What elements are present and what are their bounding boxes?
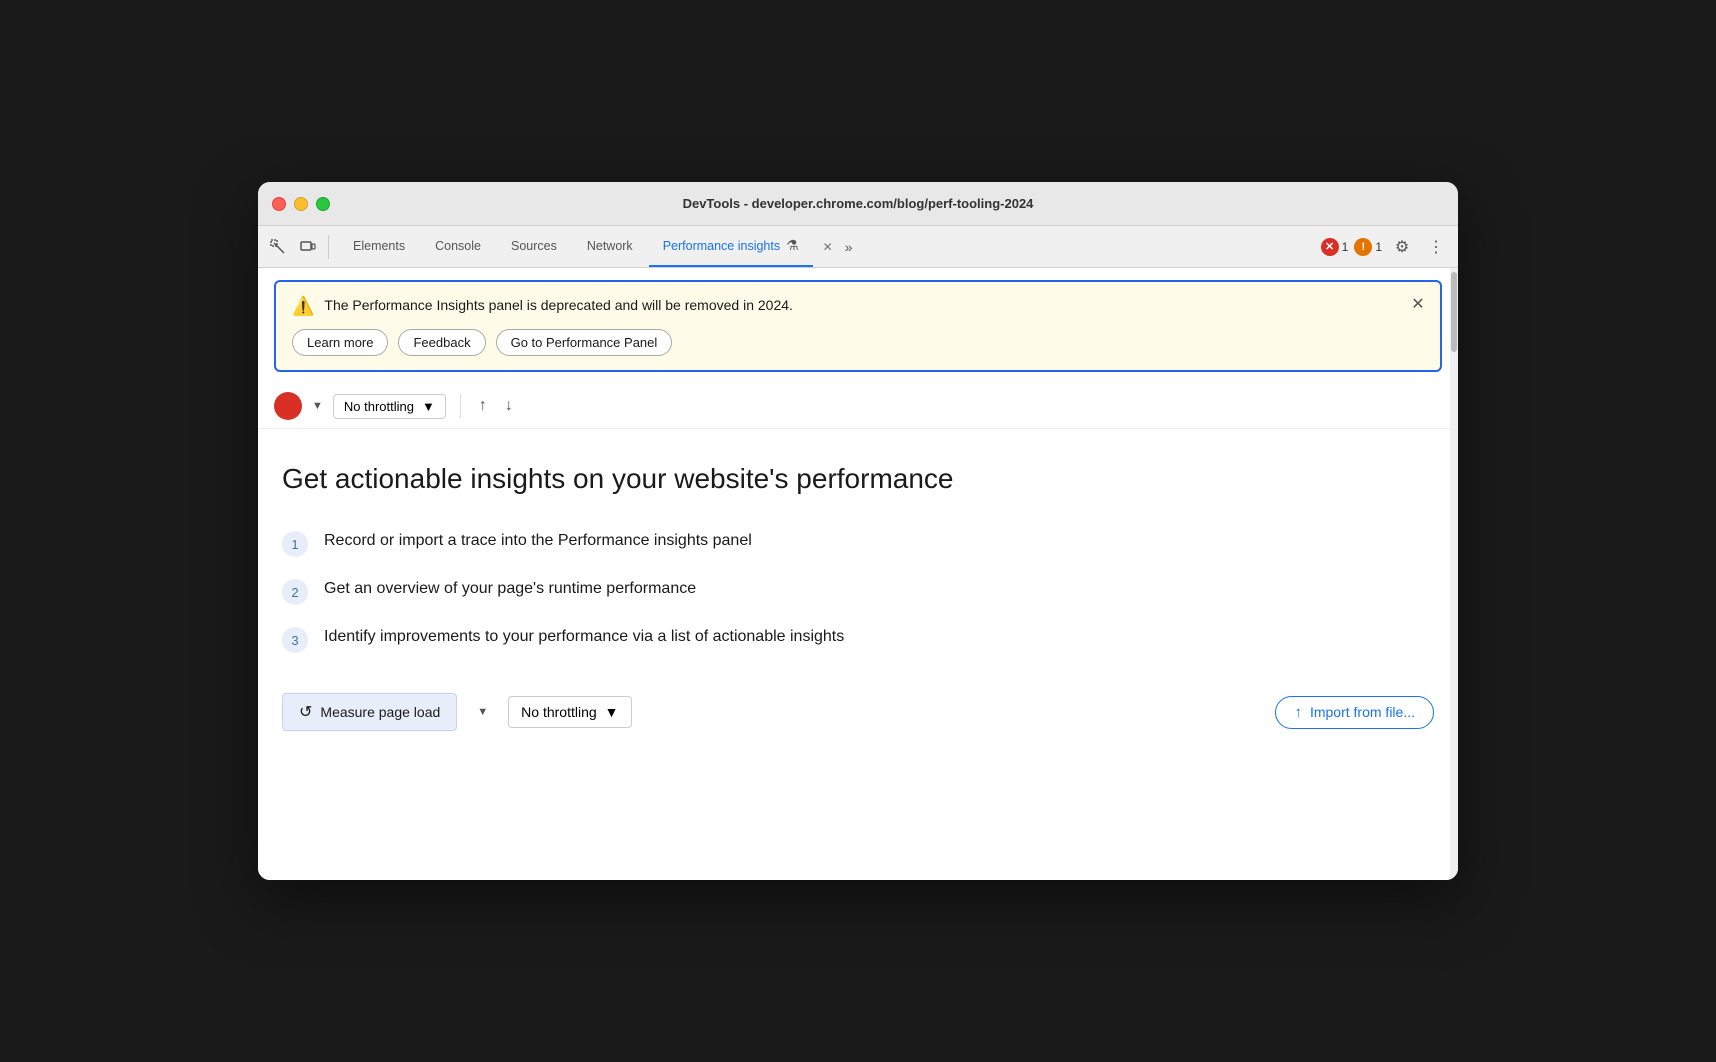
step-number-3: 3 xyxy=(282,627,308,653)
panel-toolbar: ▼ No throttling ▼ ↑ ↓ xyxy=(258,384,1458,429)
error-icon: ✕ xyxy=(1321,238,1339,256)
main-content-area: Get actionable insights on your website'… xyxy=(258,429,1458,763)
settings-icon[interactable]: ⚙ xyxy=(1388,233,1416,261)
tab-network[interactable]: Network xyxy=(573,226,647,267)
main-heading: Get actionable insights on your website'… xyxy=(282,461,1434,497)
performance-insights-icon: ⚗ xyxy=(786,237,799,254)
minimize-button[interactable] xyxy=(294,197,308,211)
banner-text: The Performance Insights panel is deprec… xyxy=(324,296,793,316)
error-count-button[interactable]: ✕ 1 xyxy=(1321,238,1349,256)
tab-elements[interactable]: Elements xyxy=(339,226,419,267)
more-tabs-button[interactable]: » xyxy=(839,235,859,259)
warning-count-button[interactable]: ! 1 xyxy=(1354,238,1382,256)
throttling-select[interactable]: No throttling ▼ xyxy=(333,394,446,419)
devtools-panel: Elements Console Sources Network Perform… xyxy=(258,226,1458,880)
devtools-window: DevTools - developer.chrome.com/blog/per… xyxy=(258,182,1458,880)
device-toolbar-icon[interactable] xyxy=(296,235,320,259)
banner-buttons: Learn more Feedback Go to Performance Pa… xyxy=(292,329,1424,356)
tab-console[interactable]: Console xyxy=(421,226,495,267)
toolbar-divider xyxy=(460,394,461,418)
panel-content: ⚠️ The Performance Insights panel is dep… xyxy=(258,280,1458,880)
tab-sources[interactable]: Sources xyxy=(497,226,571,267)
step-item-1: 1 Record or import a trace into the Perf… xyxy=(282,529,1434,557)
step-number-2: 2 xyxy=(282,579,308,605)
tab-icons xyxy=(266,235,329,259)
learn-more-button[interactable]: Learn more xyxy=(292,329,388,356)
deprecation-banner: ⚠️ The Performance Insights panel is dep… xyxy=(274,280,1442,372)
scrollbar[interactable] xyxy=(1450,268,1458,880)
more-options-icon[interactable]: ⋮ xyxy=(1422,233,1450,261)
banner-message-row: ⚠️ The Performance Insights panel is dep… xyxy=(292,296,1424,317)
warning-icon: ! xyxy=(1354,238,1372,256)
measure-page-load-button[interactable]: ↺ Measure page load xyxy=(282,693,457,731)
import-icon: ↑ xyxy=(1294,704,1302,721)
window-title: DevTools - developer.chrome.com/blog/per… xyxy=(683,196,1034,211)
import-from-file-button[interactable]: ↑ Import from file... xyxy=(1275,696,1434,729)
banner-close-button[interactable]: ✕ xyxy=(1406,292,1430,316)
tab-end-actions: ✕ 1 ! 1 ⚙ ⋮ xyxy=(1321,233,1450,261)
steps-list: 1 Record or import a trace into the Perf… xyxy=(282,529,1434,653)
step-text-1: Record or import a trace into the Perfor… xyxy=(324,529,752,553)
maximize-button[interactable] xyxy=(316,197,330,211)
inspect-element-icon[interactable] xyxy=(266,235,290,259)
upload-icon[interactable]: ↑ xyxy=(475,393,491,419)
scrollbar-thumb[interactable] xyxy=(1451,272,1457,352)
close-button[interactable] xyxy=(272,197,286,211)
tab-performance-insights[interactable]: Performance insights ⚗ xyxy=(649,226,813,267)
download-icon[interactable]: ↓ xyxy=(501,393,517,419)
close-tab-button[interactable]: ✕ xyxy=(819,238,837,256)
reload-icon: ↺ xyxy=(299,702,312,722)
titlebar: DevTools - developer.chrome.com/blog/per… xyxy=(258,182,1458,226)
record-button[interactable] xyxy=(274,392,302,420)
step-item-3: 3 Identify improvements to your performa… xyxy=(282,625,1434,653)
step-text-3: Identify improvements to your performanc… xyxy=(324,625,844,649)
step-number-1: 1 xyxy=(282,531,308,557)
throttling-select-bottom[interactable]: No throttling ▼ xyxy=(508,696,631,728)
tab-bar: Elements Console Sources Network Perform… xyxy=(258,226,1458,268)
feedback-button[interactable]: Feedback xyxy=(398,329,485,356)
go-to-performance-button[interactable]: Go to Performance Panel xyxy=(496,329,673,356)
bottom-actions: ↺ Measure page load ▼ No throttling ▼ ↑ … xyxy=(282,693,1434,731)
traffic-lights xyxy=(272,197,330,211)
step-item-2: 2 Get an overview of your page's runtime… xyxy=(282,577,1434,605)
warning-triangle-icon: ⚠️ xyxy=(292,296,314,317)
record-dropdown-button[interactable]: ▼ xyxy=(312,400,323,412)
step-text-2: Get an overview of your page's runtime p… xyxy=(324,577,696,601)
measure-dropdown-button[interactable]: ▼ xyxy=(473,706,492,718)
